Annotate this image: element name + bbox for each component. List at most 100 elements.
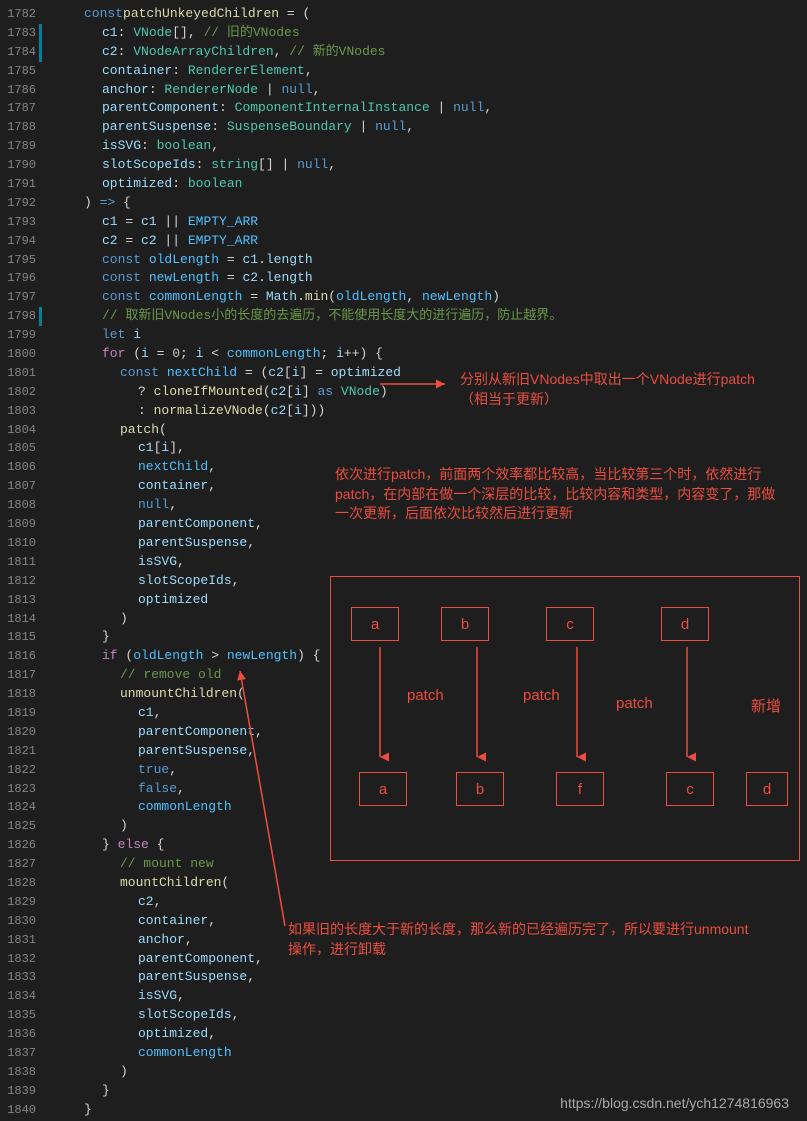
code-line[interactable]: ) <box>48 1063 807 1082</box>
line-number: 1833 <box>6 968 36 987</box>
watermark: https://blog.csdn.net/ych1274816963 <box>560 1095 789 1111</box>
annotation-1: 分别从新旧VNodes中取出一个VNode进行patch（相当于更新） <box>460 370 770 409</box>
line-number: 1814 <box>6 610 36 629</box>
line-number: 1793 <box>6 213 36 232</box>
code-line[interactable]: commonLength <box>48 1044 807 1063</box>
diagram-box: d <box>746 772 788 806</box>
line-number: 1784 <box>6 43 36 62</box>
code-line[interactable]: container: RendererElement, <box>48 62 807 81</box>
line-number-gutter: 1782178317841785178617871788178917901791… <box>0 0 48 1121</box>
line-number: 1827 <box>6 855 36 874</box>
diagram-box: d <box>661 607 709 641</box>
line-number: 1799 <box>6 326 36 345</box>
line-number: 1818 <box>6 685 36 704</box>
line-number: 1828 <box>6 874 36 893</box>
line-number: 1836 <box>6 1025 36 1044</box>
line-number: 1838 <box>6 1063 36 1082</box>
diagram-box: c <box>666 772 714 806</box>
code-line[interactable]: c2, <box>48 893 807 912</box>
line-number: 1829 <box>6 893 36 912</box>
diagram-box: b <box>441 607 489 641</box>
code-line[interactable]: c1: VNode[], // 旧的VNodes <box>48 24 807 43</box>
code-line[interactable]: let i <box>48 326 807 345</box>
line-number: 1817 <box>6 666 36 685</box>
line-number: 1789 <box>6 137 36 156</box>
code-line[interactable]: slotScopeIds: string[] | null, <box>48 156 807 175</box>
code-line[interactable]: parentSuspense, <box>48 968 807 987</box>
line-number: 1794 <box>6 232 36 251</box>
patch-label: patch <box>407 687 444 704</box>
line-number: 1840 <box>6 1101 36 1120</box>
line-number: 1815 <box>6 628 36 647</box>
diagram-frame: a b c d patch patch patch 新增 a b f c d <box>330 576 800 861</box>
code-line[interactable]: c2 = c2 || EMPTY_ARR <box>48 232 807 251</box>
line-number: 1807 <box>6 477 36 496</box>
line-number: 1808 <box>6 496 36 515</box>
code-line[interactable]: mountChildren( <box>48 874 807 893</box>
code-line[interactable]: optimized, <box>48 1025 807 1044</box>
line-number: 1791 <box>6 175 36 194</box>
line-number: 1790 <box>6 156 36 175</box>
code-line[interactable]: patch( <box>48 421 807 440</box>
code-line[interactable]: c2: VNodeArrayChildren, // 新的VNodes <box>48 43 807 62</box>
code-line[interactable]: parentComponent: ComponentInternalInstan… <box>48 99 807 118</box>
code-line[interactable]: isSVG: boolean, <box>48 137 807 156</box>
line-number: 1809 <box>6 515 36 534</box>
code-line[interactable]: optimized: boolean <box>48 175 807 194</box>
code-line[interactable]: slotScopeIds, <box>48 1006 807 1025</box>
line-number: 1788 <box>6 118 36 137</box>
line-number: 1825 <box>6 817 36 836</box>
diagram-box: b <box>456 772 504 806</box>
arrow-icon <box>571 647 583 767</box>
line-number: 1801 <box>6 364 36 383</box>
line-number: 1804 <box>6 421 36 440</box>
line-number: 1839 <box>6 1082 36 1101</box>
code-line[interactable]: parentSuspense: SuspenseBoundary | null, <box>48 118 807 137</box>
line-number: 1792 <box>6 194 36 213</box>
line-number: 1813 <box>6 591 36 610</box>
line-number: 1786 <box>6 81 36 100</box>
line-number: 1820 <box>6 723 36 742</box>
patch-label: patch <box>523 687 560 704</box>
diagram-box: c <box>546 607 594 641</box>
line-number: 1837 <box>6 1044 36 1063</box>
code-line[interactable]: c1 = c1 || EMPTY_ARR <box>48 213 807 232</box>
line-number: 1822 <box>6 761 36 780</box>
line-number: 1803 <box>6 402 36 421</box>
code-line[interactable]: isSVG, <box>48 553 807 572</box>
code-line[interactable]: isSVG, <box>48 987 807 1006</box>
arrow-icon <box>374 647 386 767</box>
arrow-icon <box>380 378 455 390</box>
line-number: 1810 <box>6 534 36 553</box>
code-line[interactable]: for (i = 0; i < commonLength; i++) { <box>48 345 807 364</box>
code-line[interactable]: c1[i], <box>48 439 807 458</box>
code-line[interactable]: const commonLength = Math.min(oldLength,… <box>48 288 807 307</box>
line-number: 1824 <box>6 798 36 817</box>
code-line[interactable]: parentSuspense, <box>48 534 807 553</box>
code-line[interactable]: const newLength = c2.length <box>48 269 807 288</box>
line-number: 1835 <box>6 1006 36 1025</box>
line-number: 1782 <box>6 5 36 24</box>
annotation-2: 依次进行patch，前面两个效率都比较高，当比较第三个时，依然进行patch，在… <box>335 465 780 524</box>
code-line[interactable]: // 取新旧VNodes小的长度的去遍历，不能使用长度大的进行遍历，防止越界。 <box>48 307 807 326</box>
line-number: 1797 <box>6 288 36 307</box>
arrow-icon <box>471 647 483 767</box>
diagram-box: a <box>359 772 407 806</box>
diagram-box: a <box>351 607 399 641</box>
line-number: 1805 <box>6 439 36 458</box>
line-number: 1816 <box>6 647 36 666</box>
line-number: 1783 <box>6 24 36 43</box>
code-line[interactable]: anchor: RendererNode | null, <box>48 81 807 100</box>
line-number: 1812 <box>6 572 36 591</box>
line-number: 1821 <box>6 742 36 761</box>
line-number: 1785 <box>6 62 36 81</box>
line-number: 1802 <box>6 383 36 402</box>
diagram-box: f <box>556 772 604 806</box>
code-line[interactable]: constpatchUnkeyedChildren = ( <box>48 5 807 24</box>
line-number: 1811 <box>6 553 36 572</box>
line-number: 1826 <box>6 836 36 855</box>
annotation-3: 如果旧的长度大于新的长度，那么新的已经遍历完了，所以要进行unmount操作，进… <box>288 920 758 959</box>
line-number: 1806 <box>6 458 36 477</box>
code-line[interactable]: const oldLength = c1.length <box>48 251 807 270</box>
code-line[interactable]: ) => { <box>48 194 807 213</box>
